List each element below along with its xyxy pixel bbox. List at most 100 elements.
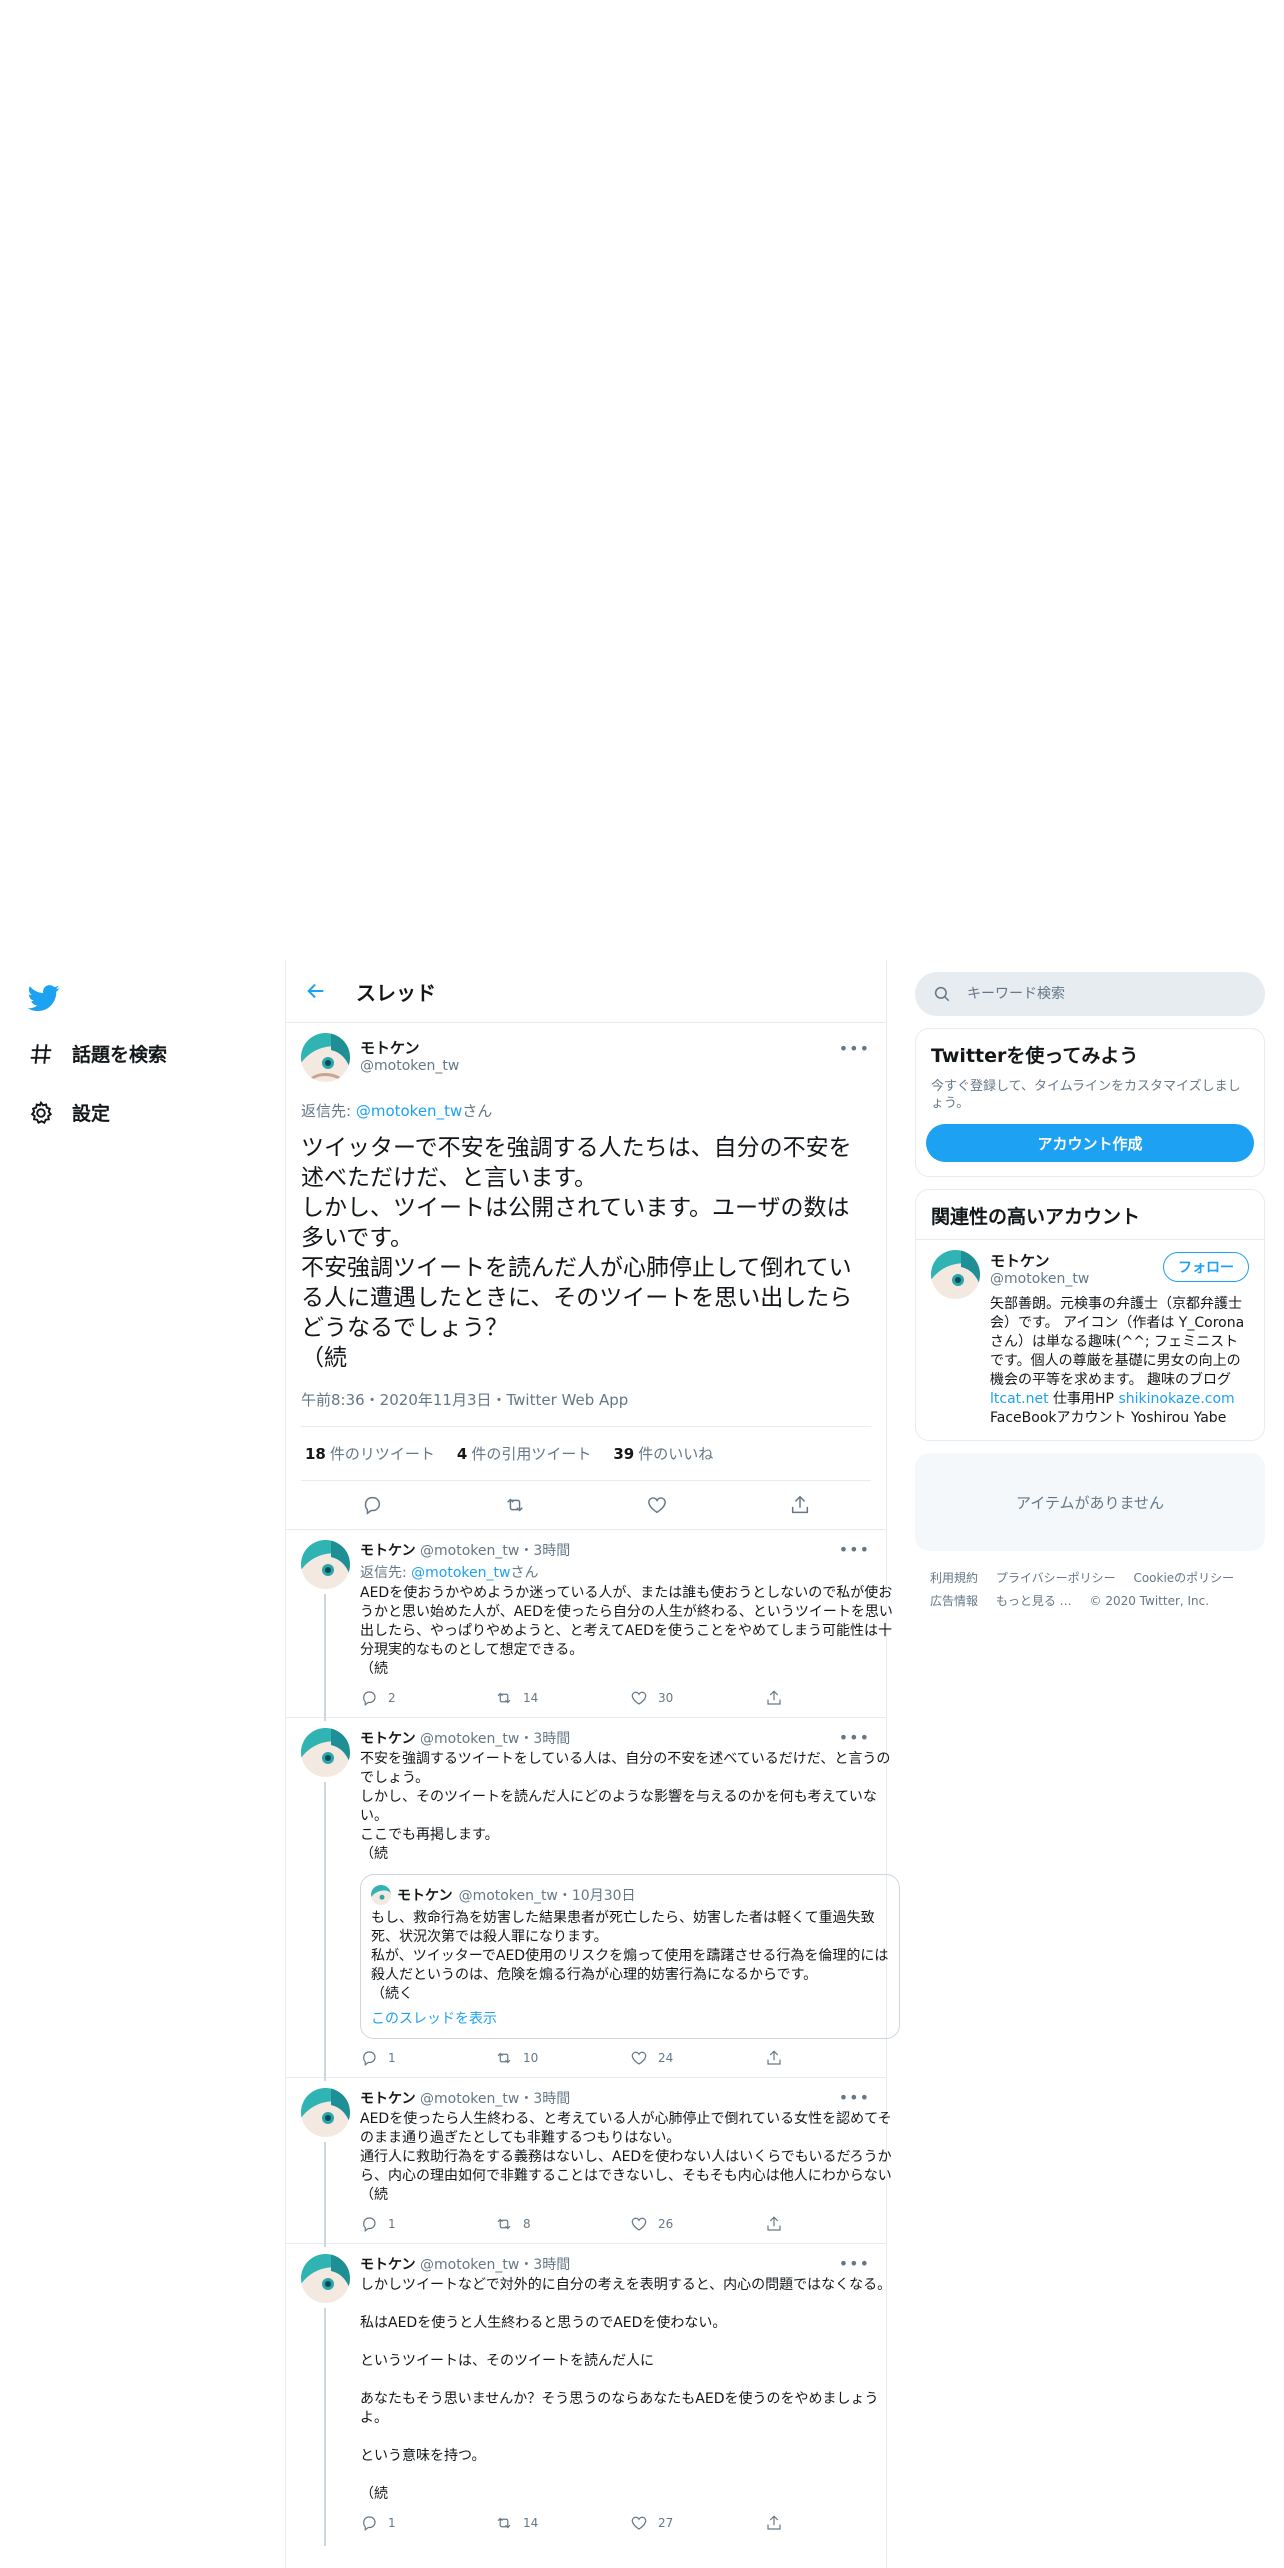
search-input[interactable] <box>965 985 1229 1003</box>
avatar[interactable] <box>301 1540 350 1589</box>
reply-tweet[interactable]: モトケン @motoken_tw・3時間 ••• AEDを使ったら人生終わる、と… <box>286 2078 892 2247</box>
focused-tweet: モトケン @motoken_tw ••• 返信先: @motoken_twさん … <box>286 1023 886 1530</box>
footer-link[interactable]: もっと見る … <box>996 1594 1072 1608</box>
timestamp[interactable]: ・3時間 <box>519 2257 570 2273</box>
reply-icon[interactable] <box>361 1494 383 1516</box>
timestamp[interactable]: ・3時間 <box>519 1543 570 1559</box>
quoted-tweet[interactable]: モトケン @motoken_tw・10月30日 もし、救命行為を妨害した結果患者… <box>360 1874 900 2039</box>
more-icon[interactable]: ••• <box>839 1728 870 1747</box>
reply-tweet[interactable]: モトケン @motoken_tw・3時間 ••• 不安を強調するツイートをしてい… <box>286 1718 900 2081</box>
timestamp[interactable]: ・3時間 <box>519 2091 570 2107</box>
handle[interactable]: @motoken_tw <box>360 1058 459 1074</box>
handle[interactable]: @motoken_tw <box>420 2091 519 2107</box>
footer-link[interactable]: Cookieのポリシー <box>1133 1571 1234 1585</box>
tweet-actions: 1 8 26 <box>360 2215 900 2233</box>
reply-suffix: さん <box>462 1102 493 1120</box>
search-icon <box>934 986 950 1002</box>
handle[interactable]: @motoken_tw <box>420 1731 519 1747</box>
tweet-meta[interactable]: 午前8:36・2020年11月3日・Twitter Web App <box>301 1389 871 1427</box>
signup-button[interactable]: アカウント作成 <box>926 1124 1254 1162</box>
main-header: スレッド <box>286 960 886 1023</box>
twitter-layout: 話題を検索 設定 スレッド モトケン @motoken_tw ••• 返信先: … <box>0 960 1284 2568</box>
reply-icon <box>363 2051 376 2066</box>
stat-retweets[interactable]: 18 件のリツイート <box>305 1443 435 1464</box>
retweet-button[interactable]: 10 <box>495 2049 630 2067</box>
more-icon[interactable]: ••• <box>839 2088 870 2107</box>
reply-button[interactable]: 1 <box>360 2215 495 2233</box>
display-name[interactable]: モトケン <box>360 1037 459 1058</box>
bio-link[interactable]: shikinokaze.com <box>1118 1391 1234 1407</box>
relevant-title: 関連性の高いアカウント <box>931 1206 1141 1228</box>
like-button[interactable]: 24 <box>630 2049 765 2067</box>
reply-handle-link[interactable]: @motoken_tw <box>356 1102 462 1120</box>
like-icon <box>631 2051 647 2065</box>
reply-prefix: 返信先: <box>301 1102 356 1120</box>
handle: @motoken_tw・10月30日 <box>458 1888 636 1904</box>
display-name[interactable]: モトケン <box>360 2257 416 2273</box>
search-box[interactable] <box>915 972 1265 1016</box>
timestamp[interactable]: ・3時間 <box>519 1731 570 1747</box>
retweet-icon <box>497 2517 511 2529</box>
reply-button[interactable]: 1 <box>360 2049 495 2067</box>
reply-handle-link[interactable]: @motoken_tw <box>411 1565 510 1581</box>
handle[interactable]: @motoken_tw <box>420 2257 519 2273</box>
avatar[interactable] <box>301 1728 350 1777</box>
like-icon <box>631 2217 647 2231</box>
share-button[interactable] <box>765 1689 900 1707</box>
nav-explore-label: 話題を検索 <box>72 1044 168 1066</box>
back-button[interactable] <box>296 971 336 1011</box>
like-icon <box>631 1691 647 1705</box>
nav-explore[interactable]: 話題を検索 <box>28 1040 167 1067</box>
more-icon[interactable]: ••• <box>839 1039 870 1058</box>
reply-tweet[interactable]: モトケン @motoken_tw・3時間 ••• 返信先: @motoken_t… <box>286 1530 893 1721</box>
stat-quotes[interactable]: 4 件の引用ツイート <box>457 1443 591 1464</box>
retweet-button[interactable]: 14 <box>495 1689 630 1707</box>
twitter-logo-icon[interactable] <box>28 982 60 1014</box>
retweet-button[interactable]: 14 <box>495 2514 630 2532</box>
display-name[interactable]: モトケン <box>360 1543 416 1559</box>
stat-likes[interactable]: 39 件のいいね <box>613 1443 713 1464</box>
more-icon[interactable]: ••• <box>839 1540 870 1559</box>
share-button[interactable] <box>765 2514 900 2532</box>
share-button[interactable] <box>765 2049 900 2067</box>
avatar[interactable] <box>301 2088 350 2137</box>
nav-settings[interactable]: 設定 <box>28 1099 110 1126</box>
thread-line <box>324 1782 326 2081</box>
like-button[interactable]: 30 <box>630 1689 765 1707</box>
display-name[interactable]: モトケン <box>360 2091 416 2107</box>
avatar[interactable] <box>301 2254 350 2303</box>
share-button[interactable] <box>765 2215 900 2233</box>
share-icon <box>767 2050 781 2065</box>
avatar[interactable] <box>931 1250 980 1299</box>
retweet-icon <box>497 1692 511 1704</box>
arrow-left-icon <box>307 983 324 999</box>
thread-line <box>324 2308 326 2546</box>
show-thread-link[interactable]: このスレッドを表示 <box>371 2008 889 2028</box>
gear-icon <box>30 1100 53 1124</box>
footer-link[interactable]: 広告情報 <box>930 1594 978 1608</box>
reply-tweet[interactable]: モトケン @motoken_tw・3時間 ••• しかしツイートなどで対外的に自… <box>286 2244 891 2546</box>
more-icon[interactable]: ••• <box>839 2254 870 2273</box>
retweet-button[interactable]: 8 <box>495 2215 630 2233</box>
share-icon <box>767 2216 781 2231</box>
follow-button[interactable]: フォロー <box>1163 1252 1249 1282</box>
display-name[interactable]: モトケン <box>360 1731 416 1747</box>
tweet-actions <box>301 1481 871 1529</box>
retweet-icon <box>497 2218 511 2230</box>
reply-button[interactable]: 1 <box>360 2514 495 2532</box>
signup-desc: 今すぐ登録して、タイムラインをカスタマイズしましょう。 <box>931 1079 1241 1111</box>
reply-button[interactable]: 2 <box>360 1689 495 1707</box>
like-icon[interactable] <box>646 1494 668 1516</box>
tweet-actions: 1 10 24 <box>360 2049 900 2067</box>
bio-link[interactable]: ltcat.net <box>990 1391 1049 1407</box>
account-item[interactable]: モトケン @motoken_tw 矢部善朗。元検事の弁護士（京都弁護士会）です。… <box>916 1239 1264 1440</box>
footer-link[interactable]: 利用規約 <box>930 1571 978 1585</box>
handle[interactable]: @motoken_tw <box>420 1543 519 1559</box>
like-button[interactable]: 26 <box>630 2215 765 2233</box>
share-icon[interactable] <box>789 1494 811 1516</box>
retweet-icon[interactable] <box>504 1494 526 1516</box>
footer-link[interactable]: プライバシーポリシー <box>996 1571 1116 1585</box>
tweet-text: しかしツイートなどで対外的に自分の考えを表明すると、内心の問題ではなくなる。 私… <box>360 2277 892 2502</box>
like-button[interactable]: 27 <box>630 2514 765 2532</box>
avatar[interactable] <box>301 1033 350 1082</box>
